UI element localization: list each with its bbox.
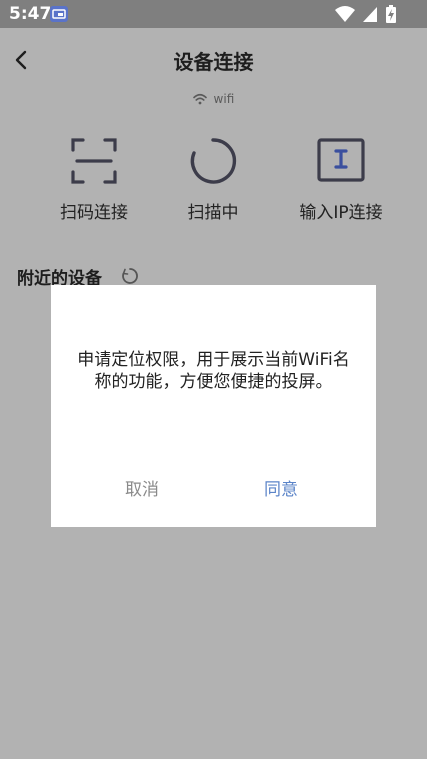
wifi-icon (192, 93, 207, 105)
loading-icon (122, 268, 138, 284)
page-title: 设备连接 (173, 50, 254, 74)
status-icons (333, 5, 397, 24)
device-connect-page: 设备连接 wifi 扫码连接 扫描中 输入IP连接 附近的设备 申请定位权限，用… (0, 28, 427, 759)
scanning-label: 扫描中 (187, 203, 239, 223)
location-permission-dialog: 申请定位权限，用于展示当前WiFi名称的功能，方便您便捷的投屏。 取消 同意 (51, 285, 376, 527)
dialog-message: 申请定位权限，用于展示当前WiFi名称的功能，方便您便捷的投屏。 (77, 350, 350, 392)
cast-icon (50, 6, 68, 22)
scan-code-button[interactable]: 扫码连接 (34, 136, 154, 223)
input-ip-label: 输入IP连接 (299, 203, 383, 223)
status-time: 5:47 (9, 4, 52, 24)
cancel-button[interactable]: 取消 (125, 475, 159, 500)
scanning-button[interactable]: 扫描中 (153, 136, 273, 223)
ip-input-icon (317, 138, 365, 182)
scan-code-label: 扫码连接 (60, 203, 128, 223)
current-network: wifi (0, 92, 427, 106)
agree-button[interactable]: 同意 (264, 475, 298, 500)
scan-frame-icon (71, 138, 117, 184)
spinner-icon (190, 138, 237, 184)
status-bar: 5:47 (0, 0, 427, 28)
input-ip-button[interactable]: 输入IP连接 (281, 136, 401, 223)
network-name: wifi (213, 92, 235, 106)
signal-icon (362, 7, 377, 22)
battery-charging-icon (386, 5, 396, 23)
wifi-icon (334, 6, 355, 22)
